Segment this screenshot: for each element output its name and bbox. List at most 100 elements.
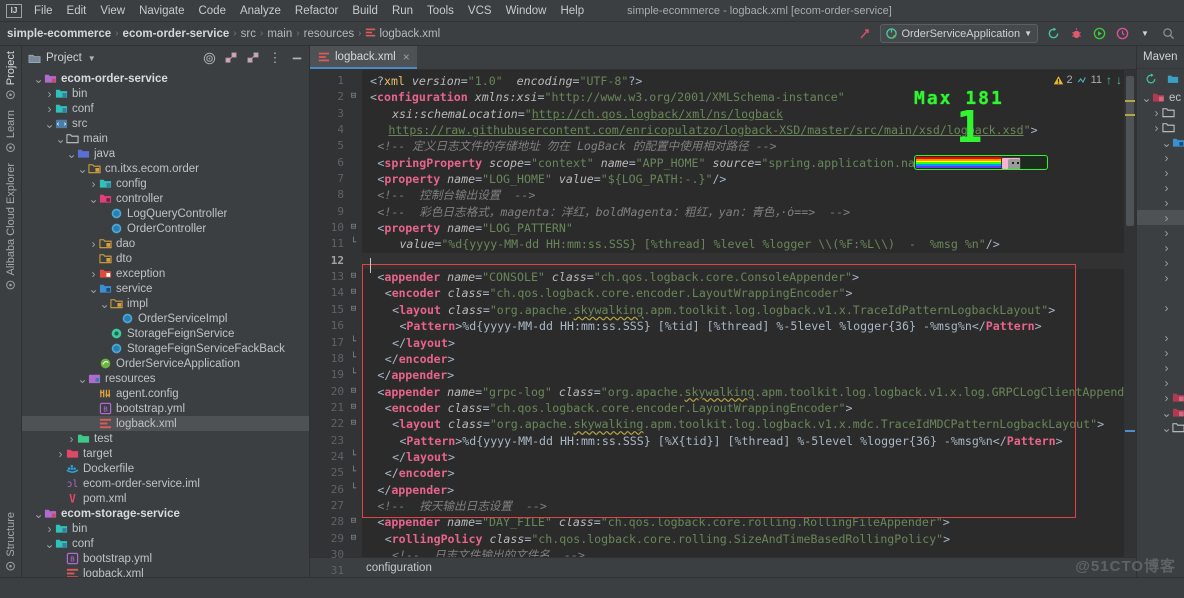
fold-end-icon[interactable]: └ [349,353,358,363]
previous-problem-icon[interactable]: ↑ [1106,73,1112,87]
fold-collapse-icon[interactable]: ⊟ [349,419,358,428]
line-number[interactable]: 6 [310,155,362,171]
warning-marker[interactable] [1125,100,1135,102]
code-line[interactable]: <appender name="CONSOLE" class="ch.qos.l… [362,269,1124,285]
refresh-icon[interactable] [1143,71,1159,87]
line-number[interactable]: 15 ⊟ [310,302,362,318]
maven-tree-node[interactable] [1137,285,1184,300]
chevron-right-icon[interactable]: › [1161,181,1172,195]
code-line[interactable]: </appender> [362,367,1124,383]
maven-tree-node[interactable]: › [1137,105,1184,120]
menu-build[interactable]: Build [345,3,385,19]
maven-tree-node[interactable] [1137,315,1184,330]
search-everywhere-icon[interactable] [1160,26,1176,42]
chevron-right-icon[interactable]: › [1161,166,1172,180]
line-number[interactable]: 27 [310,498,362,514]
ant-build-icon[interactable] [857,26,873,42]
inspection-widget[interactable]: 2 11 ↑ ↓ [1053,73,1122,87]
expand-all-icon[interactable] [223,50,239,66]
tool-window-button-learn[interactable]: Learn [5,105,17,158]
menu-help[interactable]: Help [553,3,591,19]
fold-collapse-icon[interactable]: ⊟ [349,402,358,412]
next-problem-icon[interactable]: ↓ [1116,73,1122,87]
line-number[interactable]: 25 └ [310,465,362,481]
line-number[interactable]: 30 [310,547,362,563]
tree-node-bootstrap-yml[interactable]: Bbootstrap.yml [22,401,309,416]
fold-end-icon[interactable]: └ [349,468,358,477]
code-line[interactable]: <appender name="grpc-log" class="org.apa… [362,384,1124,400]
menu-refactor[interactable]: Refactor [288,3,345,19]
line-number[interactable]: 28 ⊟ [310,514,362,530]
line-number[interactable]: 4 [310,122,362,138]
target-icon[interactable] [201,50,217,66]
tree-node-ordercontroller[interactable]: OrderController [22,221,309,236]
line-number[interactable]: 26 └ [310,482,362,498]
code-line[interactable]: <?xml version="1.0" encoding="UTF-8"?> [362,73,1124,89]
chevron-right-icon[interactable]: › [44,522,55,536]
line-number[interactable]: 20 ⊟ [310,384,362,400]
code-line[interactable]: xsi:schemaLocation="http://ch.qos.logbac… [362,106,1124,122]
line-number[interactable]: 2 ⊟ [310,89,362,105]
tree-node-ecom-storage-service[interactable]: ⌄ ecom-storage-service [22,506,309,521]
tree-node-service[interactable]: ⌄ service [22,281,309,296]
code-line[interactable]: <!-- 按天输出日志设置 --> [362,498,1124,514]
code-line[interactable]: <layout class="org.apache.skywalking.apm… [362,302,1124,318]
tree-node-bootstrap-yml[interactable]: Bbootstrap.yml [22,551,309,566]
fold-collapse-icon[interactable]: ⊟ [349,517,358,526]
line-number[interactable]: 21 ⊟ [310,400,362,416]
maven-tree-node[interactable]: › [1137,255,1184,270]
maven-tree-node[interactable]: › [1137,300,1184,315]
chevron-right-icon[interactable]: › [44,87,55,101]
tool-window-button-alibaba-cloud-explorer[interactable]: Alibaba Cloud Explorer [5,158,17,296]
code-line[interactable]: <encoder class="ch.qos.logback.core.enco… [362,400,1124,416]
maven-tree-node[interactable]: › [1137,240,1184,255]
tree-node-dockerfile[interactable]: Dockerfile [22,461,309,476]
line-number[interactable]: 16 [310,318,362,334]
line-number[interactable]: 17 └ [310,335,362,351]
chevron-down-icon[interactable]: ⌄ [88,192,99,206]
chevron-down-icon[interactable]: ⌄ [1161,421,1172,435]
menu-view[interactable]: View [93,3,132,19]
code-line[interactable] [362,252,1124,270]
line-number[interactable]: 22 ⊟ [310,416,362,432]
weak-warning-count-group[interactable]: 11 [1077,74,1102,86]
fold-collapse-icon[interactable]: ⊟ [349,272,358,281]
tree-node-ecom-order-service[interactable]: ⌄ ecom-order-service [22,71,309,86]
chevron-right-icon[interactable]: › [88,267,99,281]
line-number[interactable]: 13 ⊟ [310,269,362,285]
tree-node-dto[interactable]: dto [22,251,309,266]
code-line[interactable]: <Pattern>%d{yyyy-MM-dd HH:mm:ss.SSS} [%t… [362,318,1124,334]
tree-node-cn-itxs-ecom-order[interactable]: ⌄ cn.itxs.ecom.order [22,161,309,176]
chevron-right-icon[interactable]: › [1161,346,1172,360]
chevron-right-icon[interactable]: › [88,237,99,251]
tree-node-bin[interactable]: › bin [22,521,309,536]
tree-node-src[interactable]: ⌄ src [22,116,309,131]
fold-collapse-icon[interactable]: ⊟ [349,92,358,101]
chevron-right-icon[interactable]: › [66,432,77,446]
tree-node-java[interactable]: ⌄ java [22,146,309,161]
menu-file[interactable]: File [27,3,60,19]
chevron-right-icon[interactable]: › [1161,151,1172,165]
editor-breadcrumb-bar[interactable]: configuration [310,557,1136,577]
chevron-down-icon[interactable]: ⌄ [55,132,66,146]
line-number[interactable]: 5 [310,138,362,154]
code-line[interactable]: <!-- 彩色日志格式，magenta：洋红，boldMagenta：粗红，ya… [362,204,1124,220]
tree-node-test[interactable]: › test [22,431,309,446]
tree-node-conf[interactable]: ⌄ conf [22,536,309,551]
chevron-right-icon[interactable]: › [1161,331,1172,345]
fold-collapse-icon[interactable]: ⊟ [349,223,358,232]
tool-window-button-structure[interactable]: Structure [5,507,17,577]
tree-node-agent-config[interactable]: agent.config [22,386,309,401]
chevron-right-icon[interactable]: › [88,177,99,191]
menu-window[interactable]: Window [499,3,554,19]
maven-tree-node[interactable]: ⌄ec [1137,405,1184,420]
line-number[interactable]: 12 [310,253,362,269]
tree-node-logquerycontroller[interactable]: LogQueryController [22,206,309,221]
scrollbar-thumb[interactable] [1126,76,1134,226]
error-stripe-markbar[interactable] [1124,70,1136,557]
line-number[interactable]: 7 [310,171,362,187]
add-maven-project-icon[interactable] [1165,71,1181,87]
chevron-right-icon[interactable]: › [1161,241,1172,255]
code-line[interactable]: <property name="LOG_PATTERN" [362,220,1124,236]
line-number[interactable]: 23 [310,433,362,449]
